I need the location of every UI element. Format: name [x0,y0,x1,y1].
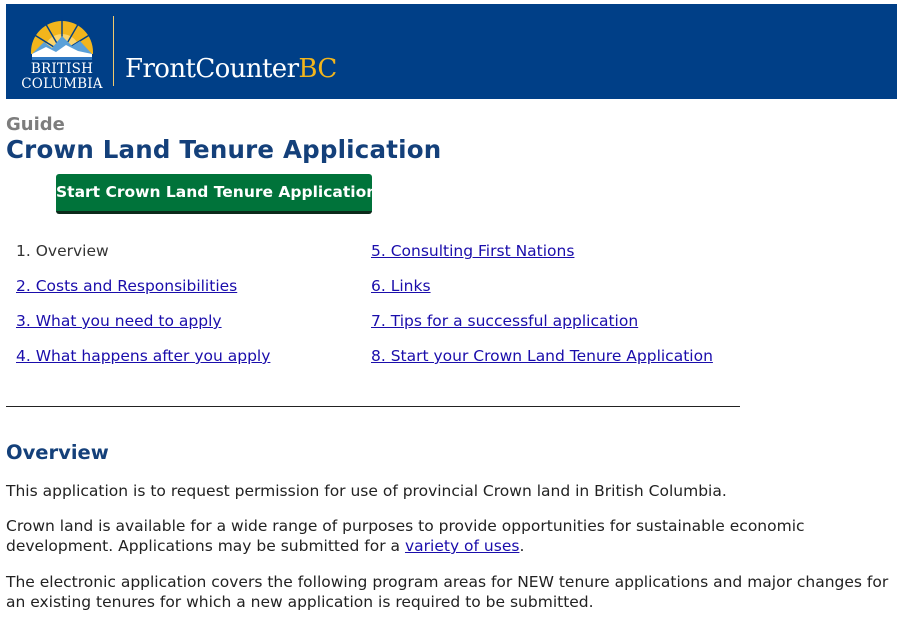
logo-text-british: BRITISH [30,61,94,77]
page-eyebrow: Guide [6,114,65,135]
overview-paragraph-2: Crown land is available for a wide range… [6,516,898,556]
para2-text-after: . [519,537,525,555]
brand-main: FrontCounter [125,54,299,84]
toc-item-first-nations: 5. Consulting First Nations [371,241,713,276]
toc-link-first-nations[interactable]: 5. Consulting First Nations [371,242,574,260]
toc-link-start[interactable]: 8. Start your Crown Land Tenure Applicat… [371,347,713,365]
toc-current-label: 1. Overview [16,242,109,260]
logo-text-columbia: COLUMBIA [21,76,103,92]
toc-item-tips: 7. Tips for a successful application [371,311,713,346]
toc-column-1: 1. Overview 2. Costs and Responsibilitie… [16,241,270,381]
toc-item-costs: 2. Costs and Responsibilities [16,276,270,311]
toc-column-2: 5. Consulting First Nations 6. Links 7. … [371,241,713,381]
overview-paragraph-3: The electronic application covers the fo… [6,573,889,611]
overview-paragraph-1: This application is to request permissio… [6,482,727,500]
toc-item-links: 6. Links [371,276,713,311]
toc-item-start: 8. Start your Crown Land Tenure Applicat… [371,346,713,381]
brand-suffix: BC [298,54,337,84]
page-title: Crown Land Tenure Application [6,135,442,164]
toc-item-overview: 1. Overview [16,241,270,276]
toc-link-costs[interactable]: 2. Costs and Responsibilities [16,277,237,295]
site-banner: BRITISH COLUMBIA FrontCounterBC [6,4,897,99]
bc-sun-mountain-icon [31,16,93,60]
section-divider [6,406,740,407]
toc-link-links[interactable]: 6. Links [371,277,431,295]
frontcounterbc-wordmark[interactable]: FrontCounterBC [125,54,337,84]
toc-link-what-happens[interactable]: 4. What happens after you apply [16,347,270,365]
overview-heading: Overview [6,441,109,464]
toc-item-what-happens: 4. What happens after you apply [16,346,270,381]
toc-item-what-you-need: 3. What you need to apply [16,311,270,346]
banner-divider [113,16,114,86]
toc-link-tips[interactable]: 7. Tips for a successful application [371,312,638,330]
bc-logo[interactable]: BRITISH COLUMBIA [20,14,104,92]
start-application-button[interactable]: Start Crown Land Tenure Application [56,174,377,214]
toc-link-what-you-need[interactable]: 3. What you need to apply [16,312,222,330]
variety-of-uses-link[interactable]: variety of uses [405,537,519,555]
